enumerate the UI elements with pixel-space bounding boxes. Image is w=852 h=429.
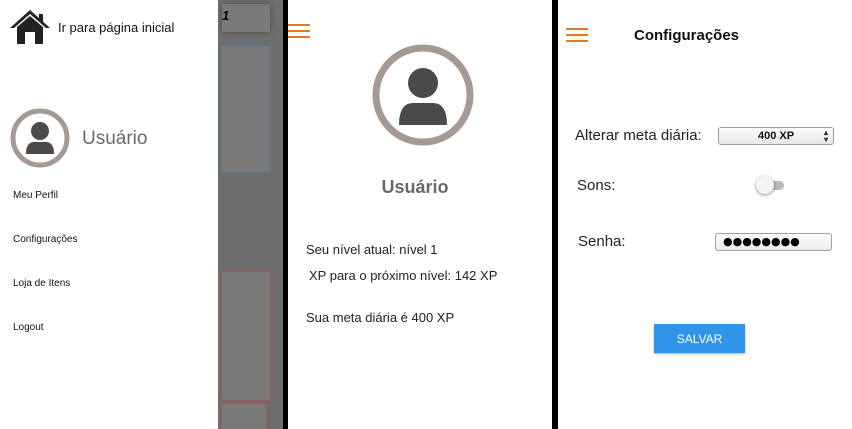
navigation-drawer-panel: 1 Ir para página inicial Usuário Meu Per… <box>0 0 283 429</box>
background-card <box>222 404 266 429</box>
menu-icon[interactable] <box>566 28 588 42</box>
home-link-label: Ir para página inicial <box>58 19 175 35</box>
dimmed-content-overlay[interactable] <box>218 0 283 429</box>
daily-goal-text: Sua meta diária é 400 XP <box>306 310 455 325</box>
sound-toggle[interactable] <box>756 176 786 194</box>
menu-item-logout[interactable]: Logout <box>13 322 44 333</box>
settings-panel: Configurações Alterar meta diária: 400 X… <box>558 0 852 429</box>
daily-goal-select[interactable]: 400 XP ▴ ▾ <box>718 127 834 145</box>
menu-item-configuracoes[interactable]: Configurações <box>13 234 77 245</box>
toggle-knob <box>756 176 774 194</box>
daily-goal-label: Alterar meta diária: <box>575 127 702 144</box>
menu-item-loja-de-itens[interactable]: Loja de Itens <box>13 278 70 289</box>
background-card-number: 1 <box>222 8 230 23</box>
background-card <box>222 272 270 400</box>
drawer-menu: Ir para página inicial Usuário Meu Perfi… <box>0 0 218 429</box>
password-input[interactable]: ●●●●●●●● <box>715 233 832 251</box>
background-card <box>222 46 270 172</box>
daily-goal-value: 400 XP <box>757 130 795 142</box>
drawer-user-name: Usuário <box>82 128 148 149</box>
page-title: Configurações <box>634 27 740 44</box>
home-link[interactable]: Ir para página inicial <box>8 8 174 46</box>
password-label: Senha: <box>578 233 626 250</box>
profile-user-name: Usuário <box>381 177 449 197</box>
menu-item-meu-perfil[interactable]: Meu Perfil <box>13 190 58 201</box>
avatar-icon <box>372 44 474 146</box>
save-button[interactable]: SALVAR <box>654 324 745 353</box>
home-icon <box>10 10 50 44</box>
next-level-xp-text: XP para o próximo nível: 142 XP <box>309 268 498 283</box>
current-level-text: Seu nível atual: nível 1 <box>306 242 438 257</box>
menu-icon[interactable] <box>288 24 310 38</box>
sound-label: Sons: <box>577 177 616 194</box>
select-arrows-icon: ▴ ▾ <box>823 128 828 144</box>
avatar-icon <box>10 108 70 168</box>
profile-panel: Usuário Seu nível atual: nível 1 XP para… <box>288 0 552 429</box>
